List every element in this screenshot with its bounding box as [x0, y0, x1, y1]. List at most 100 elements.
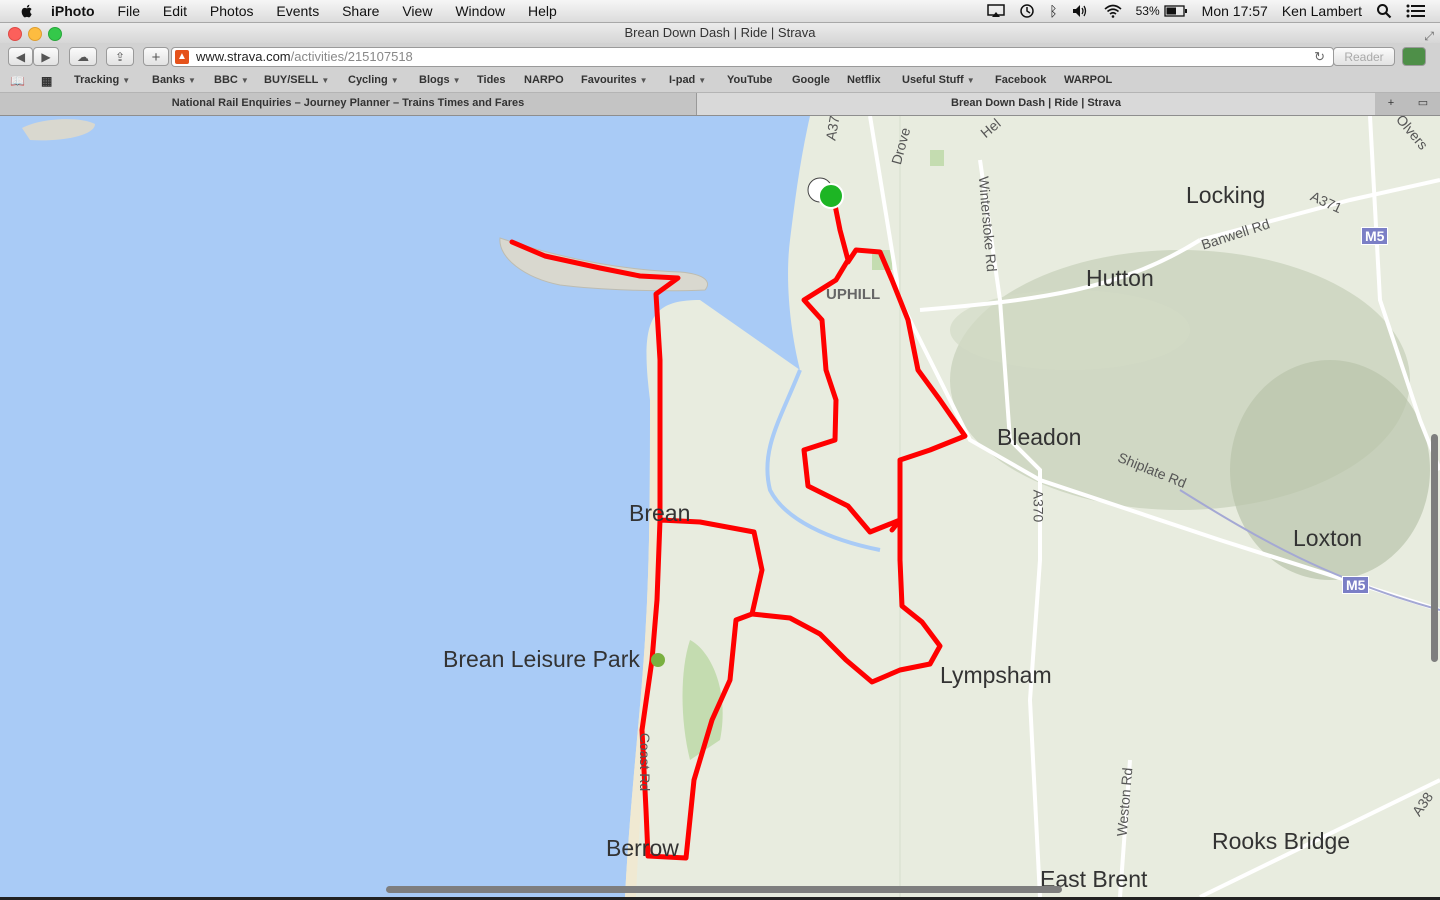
dropdown-arrow-icon: ▼ [966, 76, 975, 85]
start-marker-icon[interactable] [818, 183, 844, 209]
bookmark-buy-sell[interactable]: BUY/SELL ▼ [264, 74, 329, 86]
menubar: iPhoto File Edit Photos Events Share Vie… [0, 0, 1440, 23]
menu-photos[interactable]: Photos [210, 3, 254, 19]
back-button[interactable]: ◀ [8, 47, 33, 66]
top-sites-icon[interactable]: ▦ [41, 74, 52, 88]
bookmark-bbc[interactable]: BBC ▼ [214, 74, 249, 86]
dropdown-arrow-icon: ▼ [390, 76, 399, 85]
dropdown-arrow-icon: ▼ [321, 76, 330, 85]
dropdown-arrow-icon: ▼ [240, 76, 249, 85]
bookmark-netflix[interactable]: Netflix [847, 74, 881, 86]
new-tab-button[interactable]: + [143, 47, 169, 66]
icloud-tabs-button[interactable]: ☁ [69, 47, 97, 66]
place-label-berrow: Berrow [606, 835, 679, 861]
menu-window[interactable]: Window [455, 3, 505, 19]
battery-icon[interactable] [1164, 5, 1188, 17]
forward-arrow-icon: ▶ [41, 50, 51, 64]
close-window-button[interactable] [8, 27, 22, 41]
bookmark-label: Tracking [74, 74, 120, 86]
strava-favicon-icon: ▲ [175, 50, 189, 64]
bookmark-favourites[interactable]: Favourites ▼ [581, 74, 648, 86]
reload-icon[interactable]: ↻ [1314, 48, 1325, 66]
place-label-rooks-bridge: Rooks Bridge [1212, 828, 1351, 854]
window-title: Brean Down Dash | Ride | Strava [624, 25, 816, 40]
route-map[interactable]: Locking Hutton Bleadon Brean Brean Leisu… [0, 116, 1440, 897]
dropdown-arrow-icon: ▼ [188, 76, 196, 85]
bookmark-facebook[interactable]: Facebook [995, 74, 1046, 86]
menu-user[interactable]: Ken Lambert [1282, 3, 1362, 19]
place-label-hutton: Hutton [1086, 265, 1154, 291]
bookmark-youtube[interactable]: YouTube [727, 74, 772, 86]
forward-button[interactable]: ▶ [33, 47, 59, 66]
dropdown-arrow-icon: ▼ [452, 76, 461, 85]
bookmarks-bar: 📖 ▦ Tracking ▼ Banks ▼ BBC ▼ BUY/SELL ▼ Cycl… [0, 71, 1440, 93]
place-label-bleadon: Bleadon [997, 424, 1082, 450]
share-button[interactable]: ⇪ [106, 47, 134, 66]
road-label-a370: A370 [1030, 489, 1047, 523]
url-host: www.strava.com [196, 49, 291, 64]
bookmark-label: I-pad [669, 74, 696, 86]
wifi-icon[interactable] [1104, 4, 1122, 18]
bookmark-useful-stuff[interactable]: Useful Stuff ▼ [902, 74, 975, 86]
battery-percent: 53% [1135, 4, 1160, 18]
menu-view[interactable]: View [402, 3, 432, 19]
menu-share[interactable]: Share [342, 3, 379, 19]
time-machine-icon[interactable] [1019, 3, 1035, 19]
airplay-icon[interactable] [987, 4, 1005, 18]
dropdown-arrow-icon: ▼ [639, 76, 648, 85]
menu-edit[interactable]: Edit [163, 3, 187, 19]
menu-app-name[interactable]: iPhoto [51, 3, 95, 19]
bookmark-ipad[interactable]: I-pad ▼ [669, 74, 706, 86]
place-label-brean-leisure-park: Brean Leisure Park [443, 646, 640, 672]
bookmark-cycling[interactable]: Cycling ▼ [348, 74, 399, 86]
motorway-shield-m5: M5 [1342, 576, 1370, 594]
park-area [930, 150, 944, 166]
menu-file[interactable]: File [117, 3, 140, 19]
bookmark-tracking[interactable]: Tracking ▼ [74, 74, 130, 86]
menu-clock[interactable]: Mon 17:57 [1202, 3, 1268, 19]
back-arrow-icon: ◀ [15, 50, 26, 64]
tab-bar: National Rail Enquiries – Journey Planne… [0, 93, 1440, 116]
minimize-window-button[interactable] [28, 27, 42, 41]
zoom-window-button[interactable] [48, 27, 62, 41]
address-bar[interactable]: ▲ www.strava.com/activities/215107518 ↻ [171, 47, 1334, 67]
spotlight-icon[interactable] [1376, 3, 1392, 19]
bookmark-label: BUY/SELL [264, 74, 319, 86]
url-text: www.strava.com/activities/215107518 [196, 48, 413, 66]
new-tab-plus-icon[interactable]: + [1378, 93, 1404, 115]
bookmark-warpol[interactable]: WARPOL [1064, 74, 1112, 86]
bookmark-banks[interactable]: Banks ▼ [152, 74, 196, 86]
apple-menu-icon[interactable] [19, 3, 35, 19]
reader-button[interactable]: Reader [1333, 47, 1395, 66]
browser-toolbar: ◀ ▶ ☁ ⇪ + ▲ www.strava.com/activities/21… [0, 43, 1440, 71]
bookmark-blogs[interactable]: Blogs ▼ [419, 74, 460, 86]
bookmark-label: Favourites [581, 74, 637, 86]
bookmark-google[interactable]: Google [792, 74, 830, 86]
url-path: /activities/215107518 [290, 49, 413, 64]
leisure-park-marker-icon [651, 653, 665, 667]
reading-list-icon[interactable]: 📖 [10, 74, 25, 88]
tab-strava[interactable]: Brean Down Dash | Ride | Strava [697, 93, 1375, 115]
extension-icon[interactable] [1402, 47, 1426, 66]
tab-overview-icon[interactable]: ▭ [1408, 93, 1438, 115]
bookmark-label: Useful Stuff [902, 74, 964, 86]
share-icon: ⇪ [114, 50, 126, 64]
vertical-scrollbar[interactable] [1431, 434, 1438, 662]
notification-icon[interactable] [1406, 4, 1426, 18]
road-label-coast-rd: Coast Rd [637, 732, 654, 792]
menu-help[interactable]: Help [528, 3, 557, 19]
window-titlebar: Brean Down Dash | Ride | Strava ⤢ [0, 23, 1440, 43]
bookmark-label: BBC [214, 74, 238, 86]
bookmark-tides[interactable]: Tides [477, 74, 506, 86]
bluetooth-icon[interactable]: ᛒ [1049, 3, 1057, 19]
dropdown-arrow-icon: ▼ [698, 76, 707, 85]
tab-national-rail[interactable]: National Rail Enquiries – Journey Planne… [0, 93, 697, 115]
menu-events[interactable]: Events [276, 3, 319, 19]
bookmark-narpo[interactable]: NARPO [524, 74, 564, 86]
volume-icon[interactable] [1072, 4, 1090, 18]
bookmark-label: Banks [152, 74, 186, 86]
place-label-loxton: Loxton [1293, 525, 1363, 551]
horizontal-scrollbar[interactable] [386, 886, 1062, 893]
plus-icon: + [151, 49, 161, 66]
place-label-uphill: UPHILL [826, 286, 881, 303]
